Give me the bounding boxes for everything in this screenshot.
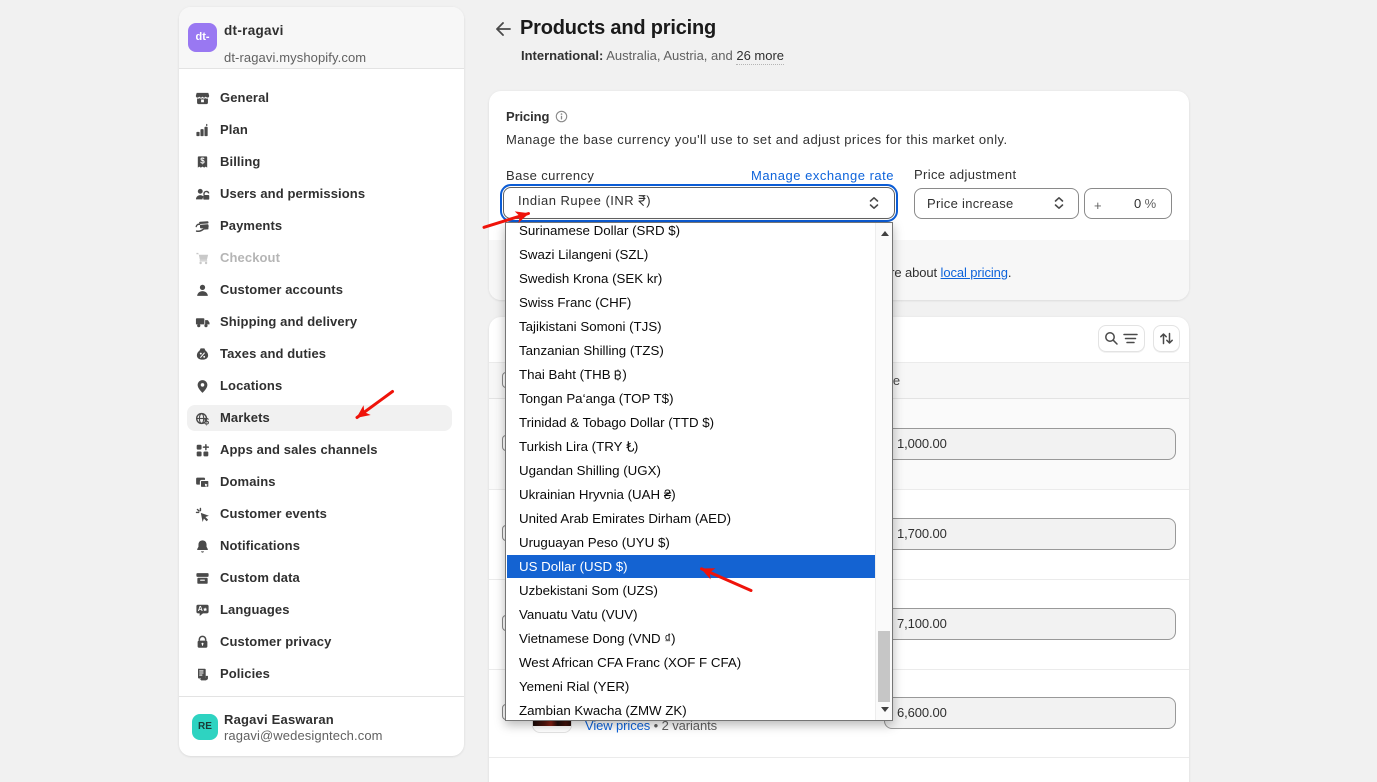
svg-text:$: $ bbox=[200, 156, 205, 165]
svg-text:A: A bbox=[198, 606, 203, 613]
svg-text:$: $ bbox=[204, 416, 209, 426]
